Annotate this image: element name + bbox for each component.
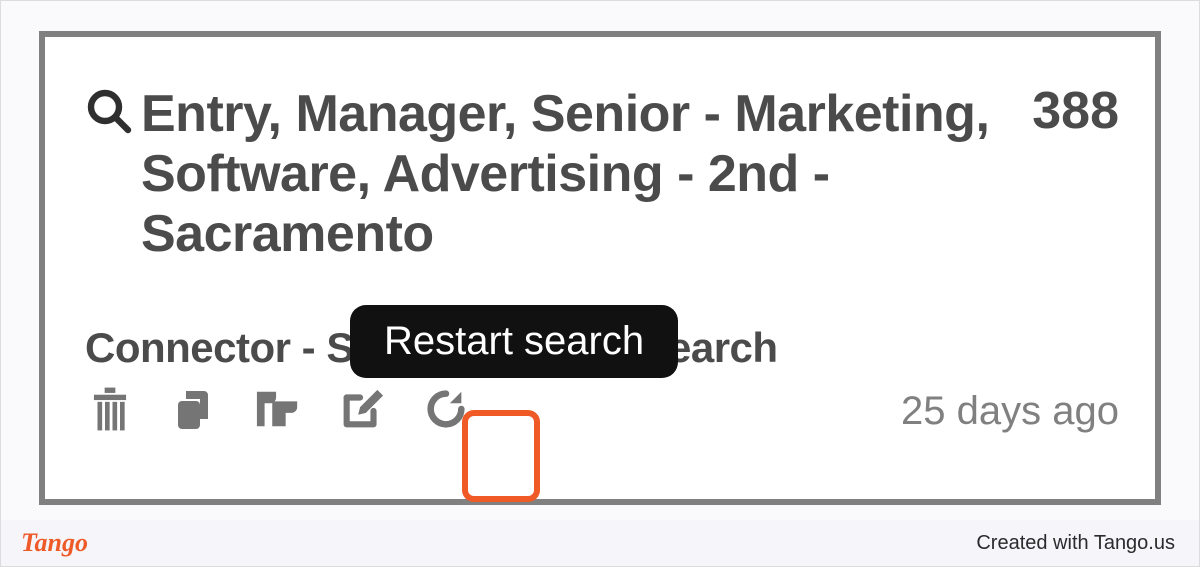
restart-search-button[interactable] bbox=[421, 386, 471, 436]
edit-icon bbox=[339, 386, 385, 437]
result-count: 388 bbox=[1032, 81, 1119, 141]
refresh-icon bbox=[423, 386, 469, 437]
edit-button[interactable] bbox=[337, 386, 387, 436]
search-icon bbox=[85, 87, 133, 140]
search-card[interactable]: Entry, Manager, Senior - Marketing, Soft… bbox=[39, 31, 1161, 505]
action-toolbar bbox=[85, 386, 471, 436]
tango-logo: Tango bbox=[21, 528, 88, 558]
footer-credit: Created with Tango.us bbox=[976, 532, 1175, 555]
copy-button[interactable] bbox=[169, 386, 219, 436]
tooltip-label: Restart search bbox=[384, 319, 644, 363]
duplicate-button[interactable] bbox=[253, 386, 303, 436]
footer-bar: Tango Created with Tango.us bbox=[1, 520, 1199, 566]
screenshot-frame: Entry, Manager, Senior - Marketing, Soft… bbox=[0, 0, 1200, 567]
documents-icon bbox=[253, 386, 303, 437]
delete-button[interactable] bbox=[85, 386, 135, 436]
card-header: Entry, Manager, Senior - Marketing, Soft… bbox=[85, 85, 1119, 264]
card-footer: 25 days ago bbox=[85, 386, 1119, 436]
copy-icon bbox=[170, 385, 218, 438]
timestamp-label: 25 days ago bbox=[901, 389, 1119, 434]
trash-icon bbox=[88, 384, 132, 439]
search-title: Entry, Manager, Senior - Marketing, Soft… bbox=[141, 85, 1032, 264]
tooltip: Restart search bbox=[350, 305, 678, 378]
